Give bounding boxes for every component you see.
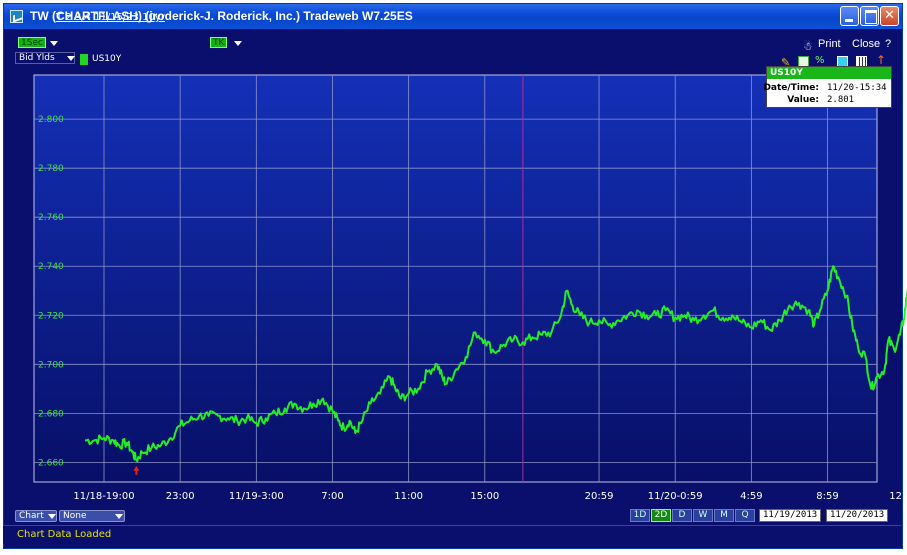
- period-button-w[interactable]: W: [693, 509, 713, 522]
- help-button[interactable]: ?: [885, 38, 891, 50]
- x-tick-label: 12:59: [889, 491, 907, 502]
- y-tick-label: 2.780: [38, 164, 64, 174]
- percent-icon[interactable]: %: [815, 55, 826, 66]
- x-tick-label: 23:00: [166, 491, 195, 502]
- arrow-up-icon[interactable]: ↑: [876, 53, 887, 67]
- period-button-q[interactable]: Q: [735, 509, 755, 522]
- chevron-down-icon[interactable]: [48, 514, 56, 519]
- close-button[interactable]: Close: [852, 38, 880, 50]
- x-tick-label: 11/20-0:59: [648, 491, 703, 502]
- period-button-1d[interactable]: 1D: [630, 509, 650, 522]
- status-bar: Chart Data Loaded: [3, 525, 901, 544]
- chevron-down-icon[interactable]: [115, 514, 123, 519]
- data-tooltip: US10Y Date/Time: 11/20-15:34 Value: 2.80…: [763, 66, 892, 108]
- x-tick-label: 11/18-19:00: [73, 491, 134, 502]
- x-tick-label: 4:59: [740, 491, 762, 502]
- date-to-input[interactable]: 11/20/2013: [826, 509, 888, 522]
- tooltip-datetime-label: Date/Time:: [763, 83, 819, 93]
- y-tick-label: 2.700: [38, 360, 64, 370]
- security-link[interactable]: T 2 3/4 11/15/23 10yr: [56, 12, 165, 23]
- status-text: Chart Data Loaded: [17, 529, 112, 540]
- y-tick-label: 2.760: [38, 213, 64, 223]
- tooltip-value: 2.801: [827, 95, 855, 105]
- plot-background: [33, 74, 878, 483]
- y-tick-label: 2.660: [38, 458, 64, 468]
- period-button-m[interactable]: M: [714, 509, 734, 522]
- legend-label: US10Y: [92, 54, 122, 64]
- x-tick-label: 11:00: [394, 491, 423, 502]
- x-tick-label: 15:00: [470, 491, 499, 502]
- x-tick-label: 20:59: [585, 491, 614, 502]
- tooltip-datetime-value: 11/20-15:34: [827, 83, 887, 93]
- legend-swatch: [80, 54, 88, 65]
- sec-interval-button[interactable]: 1Sec: [18, 37, 46, 48]
- chevron-down-icon[interactable]: [234, 41, 242, 46]
- tooltip-value-label: Value:: [787, 95, 819, 105]
- period-button-d[interactable]: D: [672, 509, 692, 522]
- y-tick-label: 2.740: [38, 262, 64, 272]
- tk-button[interactable]: TK: [210, 37, 228, 48]
- y-tick-label: 2.680: [38, 409, 64, 419]
- user-icon[interactable]: ☃: [803, 40, 813, 53]
- tooltip-series-name: US10Y: [767, 67, 891, 79]
- print-button[interactable]: Print: [818, 38, 841, 50]
- x-axis-ticks: 11/18-19:00 23:00 11/19-3:00 7:00 11:00 15:00…: [73, 491, 907, 502]
- date-from-input[interactable]: 11/19/2013: [759, 509, 821, 522]
- x-tick-label: 7:00: [321, 491, 343, 502]
- y-tick-label: 2.800: [38, 115, 64, 125]
- period-button-2d[interactable]: 2D: [651, 509, 671, 522]
- chevron-down-icon[interactable]: [67, 56, 75, 61]
- y-tick-label: 2.720: [38, 311, 64, 321]
- chevron-down-icon[interactable]: [50, 41, 58, 46]
- x-tick-label: 8:59: [816, 491, 838, 502]
- x-tick-label: 11/19-3:00: [229, 491, 284, 502]
- field-select[interactable]: Bid Ylds: [15, 52, 75, 64]
